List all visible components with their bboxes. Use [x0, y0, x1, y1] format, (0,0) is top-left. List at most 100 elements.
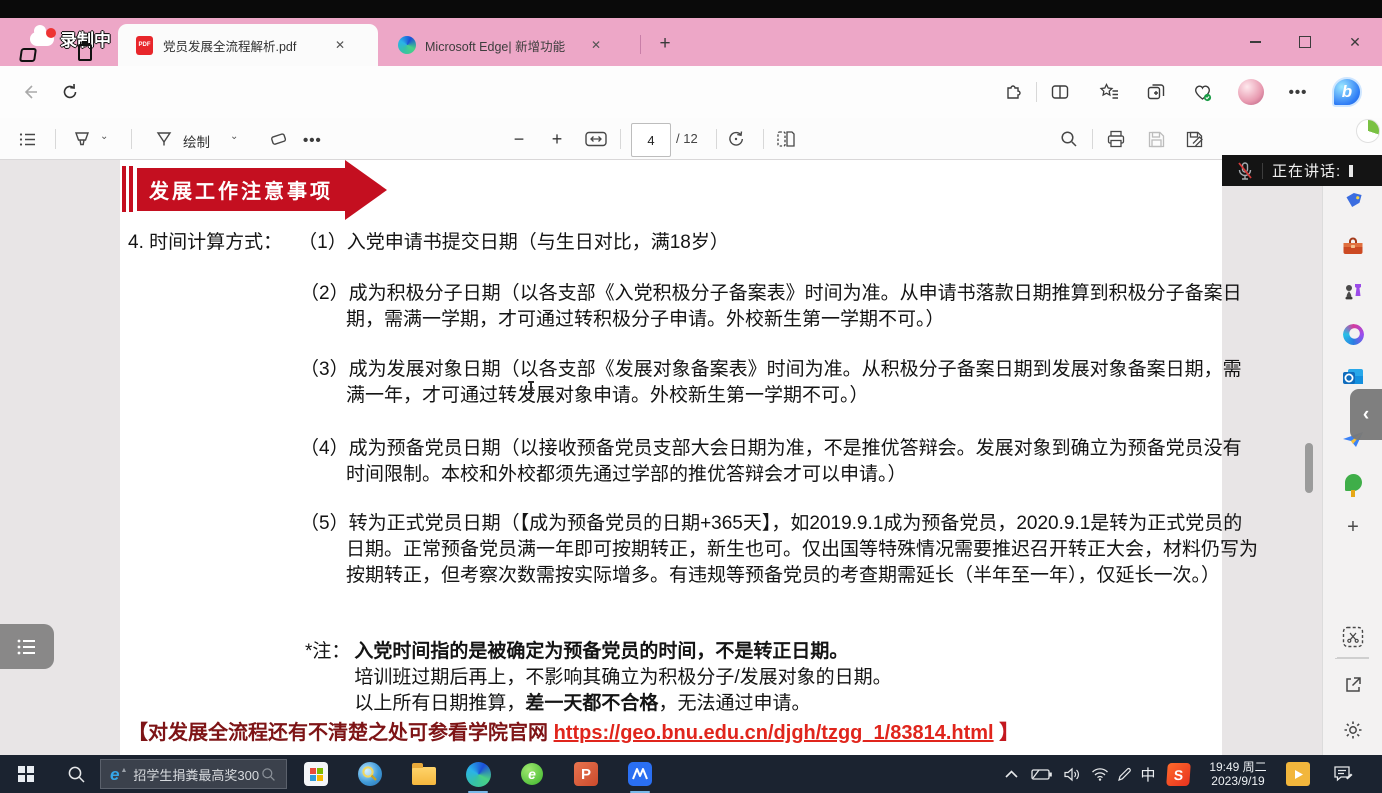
contents-icon[interactable]	[13, 125, 41, 153]
draw-label[interactable]: 绘制	[183, 131, 210, 151]
highlighter-icon[interactable]	[68, 125, 96, 153]
divider	[1036, 82, 1037, 102]
more-icon[interactable]: •••	[303, 132, 322, 149]
start-button[interactable]	[8, 755, 44, 793]
avatar[interactable]	[1238, 79, 1264, 105]
media-app-icon[interactable]	[1284, 755, 1312, 793]
refresh-button[interactable]	[56, 78, 84, 106]
taskbar-search-icon[interactable]	[58, 755, 94, 793]
wifi-icon[interactable]	[1086, 755, 1114, 793]
note-line-2: 培训班过期后再上，不影响其确立为积极分子/发展对象的日期。	[354, 665, 891, 691]
minimize-button[interactable]	[1240, 27, 1270, 57]
footer-link[interactable]: https://geo.bnu.edu.cn/djgh/tzgg_1/83814…	[554, 722, 994, 744]
sidebar-expand-button[interactable]: ‹	[1350, 389, 1382, 440]
footer-text: 【对发展全流程还有不清楚之处可参看学院官网	[128, 722, 554, 744]
save-as-icon[interactable]	[1180, 125, 1208, 153]
favorites-bar-icon[interactable]	[1095, 78, 1123, 106]
volume-icon[interactable]	[1058, 755, 1086, 793]
banner-title: 发展工作注意事项	[137, 168, 345, 211]
tab-label: 党员发展全流程解析.pdf	[163, 36, 331, 55]
print-icon[interactable]	[1102, 125, 1130, 153]
page-number-input[interactable]	[631, 123, 671, 157]
tag-icon[interactable]	[1341, 188, 1365, 212]
split-screen-icon[interactable]	[1046, 78, 1074, 106]
text-cursor	[530, 381, 532, 394]
tab-pdf[interactable]: PDF 党员发展全流程解析.pdf ✕	[118, 24, 378, 66]
taskbar-image-search-icon[interactable]	[356, 755, 384, 793]
divider	[1092, 129, 1093, 149]
intro-prefix: 4. 时间计算方式：	[128, 230, 282, 256]
open-external-icon[interactable]	[1341, 673, 1365, 697]
close-button[interactable]: ✕	[1340, 27, 1370, 57]
ime-indicator[interactable]: 中	[1136, 755, 1160, 793]
trend-up-icon: ▲	[120, 767, 127, 774]
taskbar-store-icon[interactable]	[302, 755, 330, 793]
sogou-icon[interactable]: S	[1164, 755, 1192, 793]
taskbar-edge-icon[interactable]	[464, 755, 492, 793]
note-line-3-bold: 差一天都不合格	[525, 693, 658, 714]
zoom-in-icon[interactable]: +	[543, 125, 571, 153]
tray-chevron-icon[interactable]	[998, 755, 1024, 793]
clipboard-icon[interactable]	[78, 44, 92, 61]
fit-width-icon[interactable]	[582, 125, 610, 153]
chevron-down-icon[interactable]: ⌄	[230, 131, 238, 142]
taskbar-360-browser-icon[interactable]: e	[518, 755, 546, 793]
outlook-icon[interactable]	[1341, 365, 1365, 389]
new-tab-button[interactable]: +	[650, 29, 680, 59]
add-icon[interactable]: +	[1341, 515, 1365, 539]
draw-pen-icon[interactable]	[150, 125, 178, 153]
tab-edge-features[interactable]: Microsoft Edge| 新增功能 ✕	[382, 24, 632, 66]
chevron-left-icon: ‹	[1363, 404, 1369, 426]
chevron-down-icon[interactable]: ⌄	[100, 131, 108, 142]
save-icon[interactable]	[1142, 125, 1170, 153]
maximize-button[interactable]	[1290, 27, 1320, 57]
screen: 录制中 PDF 党员发展全流程解析.pdf ✕ Microsoft Edge| …	[0, 0, 1382, 793]
extensions-icon[interactable]	[1000, 78, 1028, 106]
notifications-icon[interactable]	[1328, 755, 1358, 793]
recorder-icon	[30, 32, 54, 46]
collections-icon[interactable]	[1142, 78, 1170, 106]
divider	[1262, 163, 1263, 179]
pdf-scrollbar-thumb[interactable]	[1305, 443, 1313, 493]
bing-chat-icon[interactable]: b	[1332, 77, 1362, 107]
meeting-overlay-bar[interactable]: 正在讲话:	[1222, 155, 1382, 186]
footer-line: 【对发展全流程还有不清楚之处可参看学院官网 https://geo.bnu.ed…	[128, 716, 1019, 745]
taskbar-clock[interactable]: 19:49 周二2023/9/19	[1198, 755, 1278, 793]
eraser-icon[interactable]	[264, 125, 292, 153]
page-total-label: / 12	[676, 131, 698, 146]
divider	[55, 129, 56, 149]
settings-gear-icon[interactable]	[1341, 718, 1365, 742]
rotate-icon[interactable]	[722, 125, 750, 153]
contents-panel-button[interactable]	[0, 624, 54, 669]
maximize-icon	[1299, 36, 1311, 48]
mic-muted-icon[interactable]	[1236, 161, 1254, 181]
page-view-icon[interactable]	[772, 125, 800, 153]
discover-icon[interactable]	[1356, 119, 1380, 143]
pdf-page: 发展工作注意事项 4. 时间计算方式： （1）入党申请书提交日期（与生日对比，满…	[120, 160, 1222, 755]
item-2: （2）成为积极分子日期（以各支部《入党积极分子备案表》时间为准。从申请书落款日期…	[300, 281, 1258, 333]
toolbox-icon[interactable]	[1341, 235, 1365, 259]
taskbar-file-explorer-icon[interactable]	[410, 755, 438, 793]
tab-close-icon[interactable]: ✕	[335, 39, 345, 51]
web-capture-icon[interactable]	[1341, 625, 1365, 649]
clipboard-clip	[82, 41, 88, 45]
browser-essentials-icon[interactable]	[1188, 78, 1216, 106]
back-button[interactable]	[16, 78, 44, 106]
zoom-out-icon[interactable]: −	[505, 125, 533, 153]
taskbar-meeting-icon[interactable]	[626, 755, 654, 793]
search-icon[interactable]	[1055, 125, 1083, 153]
pdf-viewer[interactable]: 发展工作注意事项 4. 时间计算方式： （1）入党申请书提交日期（与生日对比，满…	[0, 160, 1322, 755]
recorder-window-icon[interactable]	[19, 48, 37, 62]
games-chess-icon[interactable]	[1341, 279, 1365, 303]
pen-icon[interactable]	[1112, 755, 1136, 793]
windows-logo-icon	[18, 766, 34, 782]
battery-icon[interactable]	[1028, 755, 1056, 793]
more-icon[interactable]: •••	[1284, 78, 1312, 106]
microsoft-365-icon[interactable]	[1341, 322, 1365, 346]
taskbar-powerpoint-icon[interactable]: P	[572, 755, 600, 793]
minimize-icon	[1250, 41, 1261, 43]
list-icon	[16, 637, 38, 657]
taskbar-search-box[interactable]: e ▲ 招学生捐粪最高奖300	[100, 759, 287, 789]
grow-tree-icon[interactable]	[1341, 470, 1365, 494]
tab-close-icon[interactable]: ✕	[591, 39, 601, 51]
